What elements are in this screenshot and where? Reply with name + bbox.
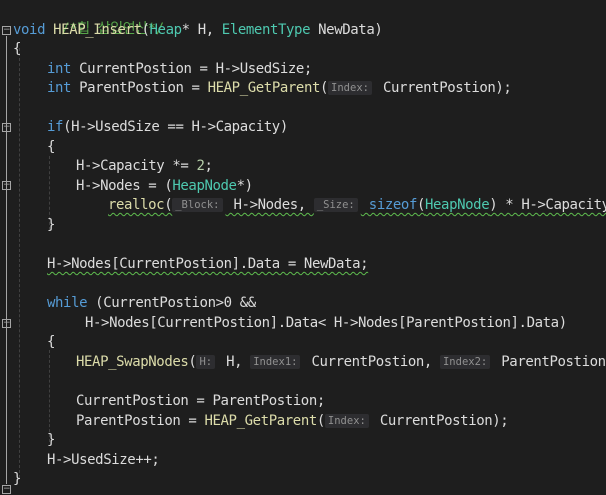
punctuation: (: [141, 22, 150, 38]
code-editor[interactable]: − − − − − /*힙 삽입연산*/ void HEAP_Insert(He…: [0, 0, 606, 495]
keyword: if: [47, 119, 64, 135]
code-line: }: [47, 216, 55, 235]
code-line: {: [47, 333, 55, 352]
code-text: CurrentPostion);: [374, 80, 512, 96]
parameter-hint: _Size:: [313, 198, 358, 212]
fold-line: [6, 36, 7, 484]
code-text: *): [236, 178, 253, 194]
code-line: }: [13, 470, 21, 489]
code-text: ParentPostion);: [501, 354, 606, 370]
indent-guide: [19, 48, 20, 478]
collapse-icon[interactable]: −: [2, 26, 11, 35]
code-text: H,: [218, 354, 251, 370]
code-line: {: [47, 138, 55, 157]
code-text: CurrentPostion);: [371, 413, 509, 429]
code-line: realloc(_Block: H->Nodes, _Size: sizeof(…: [108, 196, 606, 215]
brace: }: [47, 217, 56, 233]
code-line: if(H->UsedSize == H->Capacity): [47, 118, 288, 137]
code-line: int ParentPostion = HEAP_GetParent(Index…: [47, 79, 512, 98]
code-text: CurrentPostion = H->UsedSize;: [71, 61, 312, 77]
code-text: ParentPostion =: [76, 413, 205, 429]
code-text: CurrentPostion = ParentPostion;: [76, 393, 325, 409]
code-text: H->Nodes,: [225, 197, 314, 213]
parameter-hint: Index:: [328, 81, 372, 95]
type-name: ElementType: [221, 22, 311, 38]
keyword: int: [47, 80, 72, 96]
code-text: (H->UsedSize == H->Capacity): [63, 119, 288, 135]
squiggle-warning: realloc(_Block: H->Nodes, _Size: sizeof(…: [108, 197, 606, 213]
parameter-hint: H:: [196, 355, 216, 369]
keyword: void: [13, 22, 46, 38]
code-text: ) * H->Capacity);: [489, 197, 606, 213]
type-name: HeapNode: [425, 197, 490, 213]
code-text: H->Capacity *=: [76, 158, 197, 174]
code-line: H->Nodes[CurrentPostion].Data = NewData;: [47, 255, 369, 274]
code-line: ParentPostion = HEAP_GetParent(Index: Cu…: [76, 412, 509, 431]
code-line: /*힙 삽입연산*/: [13, 1, 164, 37]
brace: {: [47, 334, 56, 350]
code-text: H->Nodes = (: [76, 178, 173, 194]
function-name: HEAP_Insert: [53, 22, 142, 38]
code-line: H->UsedSize++;: [47, 451, 160, 470]
code-text: * H,: [181, 22, 222, 38]
type-name: Heap: [149, 22, 183, 38]
code-text: CurrentPostion,: [303, 354, 440, 370]
indent-guide: [49, 350, 50, 442]
parameter-hint: Index1:: [250, 355, 301, 369]
code-line: HEAP_SwapNodes(H: H, Index1: CurrentPost…: [76, 353, 606, 372]
type-name: HeapNode: [172, 178, 237, 194]
parameter-hint: Index2:: [439, 355, 491, 369]
parameter-hint: Index:: [324, 414, 369, 428]
code-text: ParentPostion =: [71, 80, 208, 96]
parameter-hint: _Block:: [172, 198, 223, 212]
collapse-icon[interactable]: −: [2, 319, 11, 328]
keyword: while: [47, 295, 88, 311]
code-line: {: [13, 40, 21, 59]
punctuation: (: [416, 197, 425, 213]
code-text: ;: [204, 158, 213, 174]
collapse-icon[interactable]: −: [2, 123, 11, 132]
code-line: CurrentPostion = ParentPostion;: [76, 392, 325, 411]
code-line: H->Capacity *= 2;: [76, 157, 213, 176]
brace: }: [47, 432, 56, 448]
punctuation: (: [316, 413, 325, 429]
keyword: int: [47, 61, 72, 77]
code-line: H->Nodes[CurrentPostion].Data< H->Nodes[…: [85, 314, 567, 333]
squiggle-warning: H->Nodes[CurrentPostion].Data = NewData;: [47, 256, 369, 272]
function-name: HEAP_GetParent: [204, 413, 317, 429]
code-area[interactable]: /*힙 삽입연산*/ void HEAP_Insert(Heap* H, Ele…: [13, 0, 606, 495]
brace: {: [13, 41, 22, 57]
code-line: }: [47, 431, 55, 450]
keyword: sizeof: [360, 197, 418, 213]
code-text: H->UsedSize++;: [47, 452, 160, 468]
code-line: int CurrentPostion = H->UsedSize;: [47, 60, 312, 79]
function-name: HEAP_SwapNodes: [76, 354, 189, 370]
code-text: H->Nodes[CurrentPostion].Data< H->Nodes[…: [85, 315, 567, 331]
punctuation: (: [320, 80, 329, 96]
collapse-icon[interactable]: −: [2, 181, 11, 190]
code-line: H->Nodes = (HeapNode*): [76, 177, 253, 196]
code-text: (CurrentPostion>0 &&: [87, 295, 256, 311]
punctuation: (: [164, 197, 173, 213]
function-name: HEAP_GetParent: [207, 80, 321, 96]
fold-margin: − − − − −: [0, 0, 13, 495]
code-line: void HEAP_Insert(Heap* H, ElementType Ne…: [13, 21, 383, 40]
brace: }: [13, 471, 22, 487]
code-text: NewData): [310, 22, 383, 38]
brace: {: [47, 139, 56, 155]
punctuation: (: [188, 354, 197, 370]
function-name: realloc: [108, 197, 165, 213]
collapse-icon[interactable]: −: [2, 485, 11, 494]
code-line: while (CurrentPostion>0 &&: [47, 294, 256, 313]
